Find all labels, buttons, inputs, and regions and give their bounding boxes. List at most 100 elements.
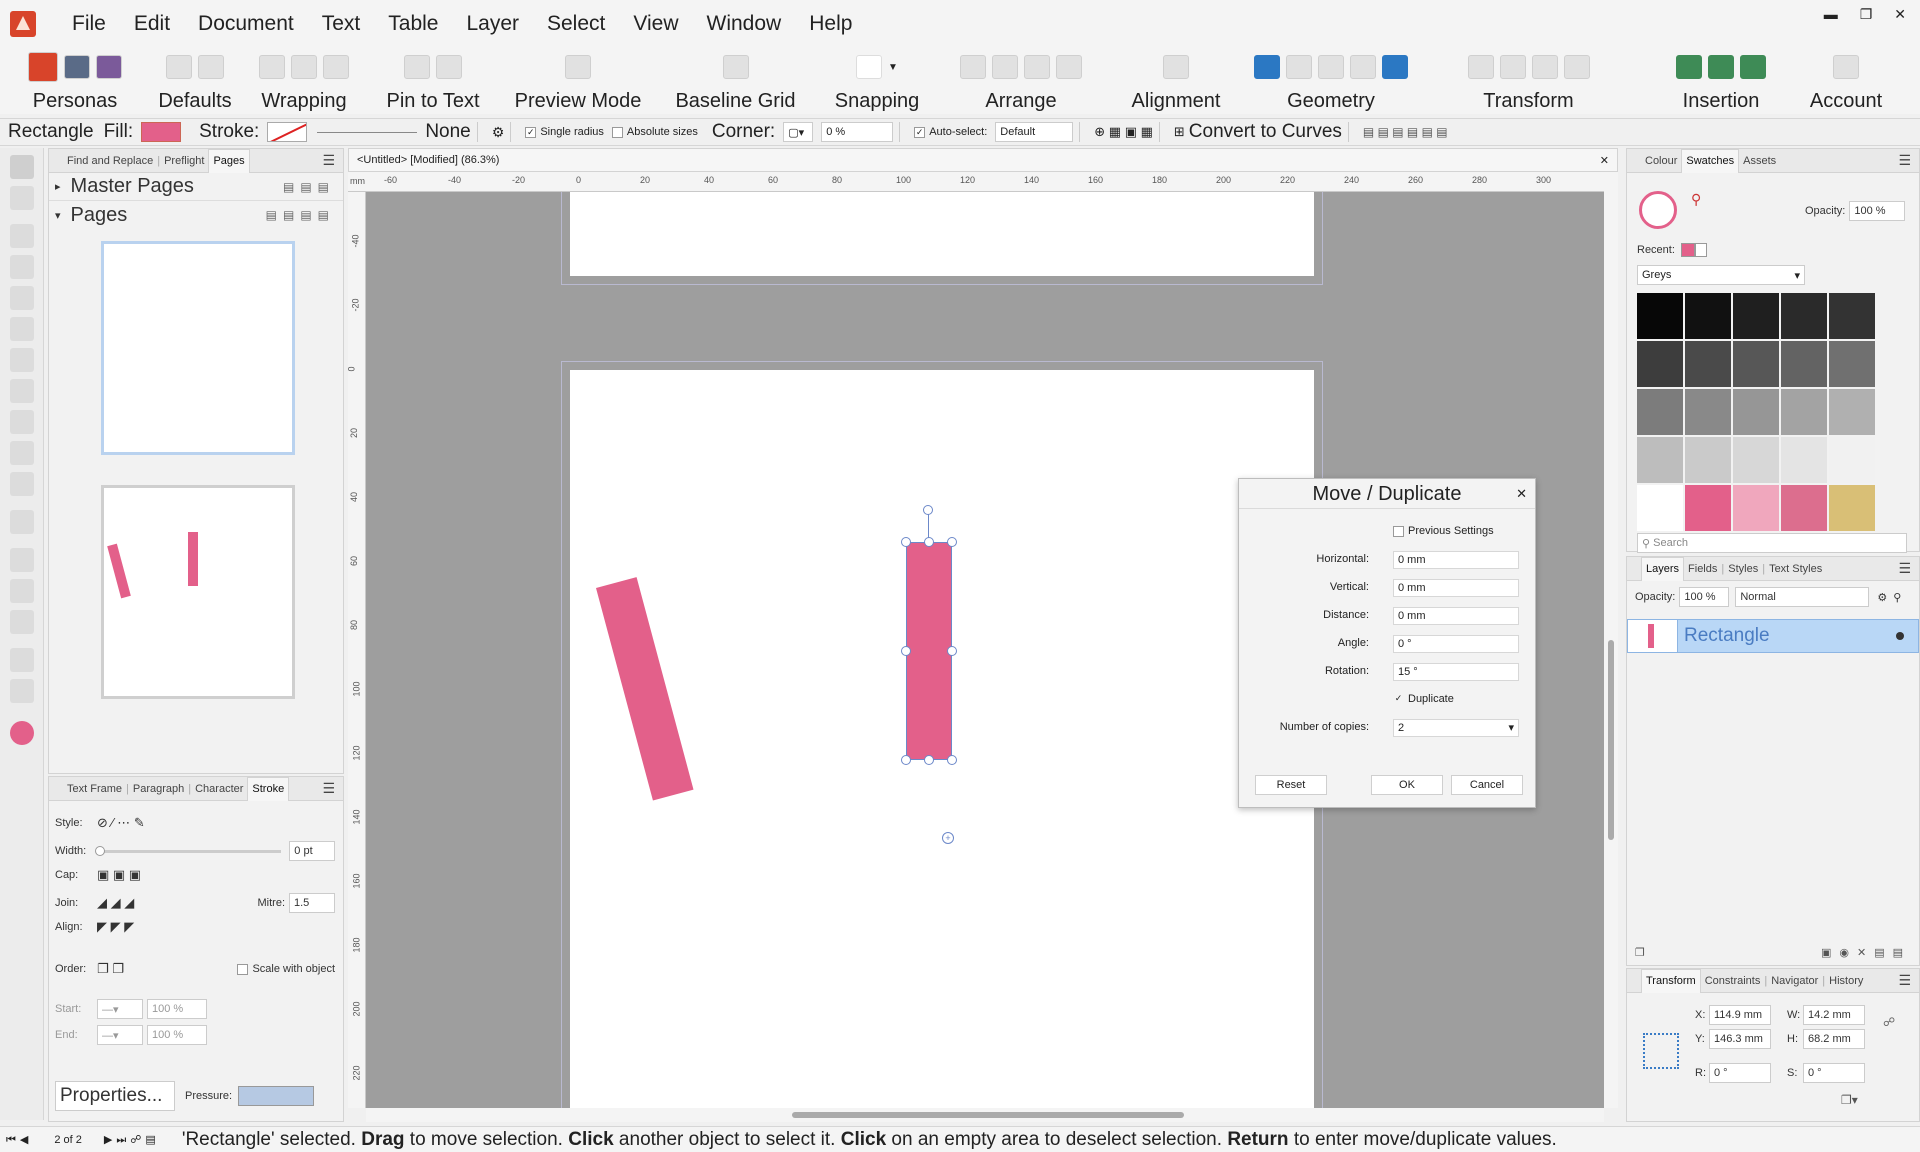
color-swatch[interactable] (1781, 341, 1827, 387)
divide-geometry-icon[interactable] (1382, 55, 1408, 79)
tab-text-styles[interactable]: Text Styles (1765, 563, 1826, 575)
color-swatch[interactable] (1733, 389, 1779, 435)
baseline-grid-icon[interactable] (722, 55, 749, 79)
page-actions-icon[interactable]: ▤▤▤▤ (266, 208, 335, 222)
anchor-point-selector[interactable] (1643, 1033, 1679, 1069)
y-field[interactable]: 146.3 mm (1709, 1029, 1771, 1049)
tab-character[interactable]: Character (191, 783, 247, 795)
layer-add-icon[interactable]: ❐ (1635, 946, 1645, 959)
resize-handle[interactable] (947, 537, 957, 547)
order-icons[interactable]: ❐ ❐ (97, 961, 124, 977)
place-image-tool-icon[interactable] (10, 441, 34, 465)
picture-frame-tool-icon[interactable] (10, 379, 34, 403)
color-swatch[interactable] (1829, 485, 1875, 531)
h-field[interactable]: 68.2 mm (1803, 1029, 1865, 1049)
rotation-handle[interactable] (923, 505, 933, 515)
wrap-icon[interactable] (259, 55, 285, 79)
convert-to-curves-button[interactable]: ⊞ Convert to Curves (1174, 121, 1342, 143)
layer-opacity-field[interactable]: 100 % (1679, 587, 1730, 607)
toolbar-wrapping[interactable]: Wrapping (240, 48, 368, 113)
reset-defaults-icon[interactable] (198, 55, 224, 79)
color-swatch[interactable] (1829, 389, 1875, 435)
color-swatch[interactable] (1781, 293, 1827, 339)
toolbar-pin-to-text[interactable]: Pin to Text (368, 48, 498, 113)
page-nav-prev-icons[interactable]: ⏮◀ (6, 1133, 32, 1147)
insert-top-icon[interactable] (1708, 55, 1734, 79)
slider-handle[interactable] (94, 845, 105, 856)
color-swatch[interactable] (1637, 389, 1683, 435)
lock-icon[interactable]: ⚲ (1893, 591, 1901, 604)
single-radius-checkbox[interactable]: ✓ Single radius (525, 126, 604, 138)
color-swatch[interactable] (1781, 485, 1827, 531)
insert-inside-icon[interactable] (1740, 55, 1766, 79)
fill-stroke-selector-icon[interactable] (1639, 191, 1677, 229)
join-icons[interactable]: ◢ ◢ ◢ (97, 895, 134, 911)
toolbar-personas[interactable]: Personas (0, 48, 150, 113)
gear-icon[interactable]: ⚙ (492, 124, 505, 141)
maximize-icon[interactable]: ❐ (1860, 6, 1873, 23)
tab-text-frame[interactable]: Text Frame (63, 783, 126, 795)
duplicate-checkbox[interactable]: ✓ Duplicate (1393, 693, 1454, 705)
scroll-thumb[interactable] (1608, 640, 1614, 840)
color-swatch[interactable] (1781, 437, 1827, 483)
flip-horizontal-icon[interactable] (1467, 55, 1494, 79)
ok-button[interactable]: OK (1371, 775, 1443, 795)
color-swatch[interactable] (1733, 485, 1779, 531)
link-icon[interactable]: ☍ (1883, 1015, 1895, 1029)
gear-icon[interactable]: ⚙ (1877, 591, 1887, 604)
color-swatch[interactable] (1637, 341, 1683, 387)
resize-handle[interactable] (901, 755, 911, 765)
transform-options-icon[interactable]: ❐▾ (1841, 1093, 1858, 1107)
color-swatch[interactable] (1829, 437, 1875, 483)
pages-header[interactable]: ▾ Pages ▤▤▤▤ (49, 201, 343, 229)
transparency-tool-icon[interactable] (10, 579, 34, 603)
tab-assets[interactable]: Assets (1739, 155, 1780, 167)
toolbar-baseline-grid[interactable]: Baseline Grid (658, 48, 813, 113)
properties-button[interactable]: Properties... (55, 1081, 175, 1111)
tab-swatches[interactable]: Swatches (1681, 148, 1740, 173)
preview-eye-icon[interactable] (565, 55, 591, 79)
panel-menu-icon[interactable]: ☰ (322, 780, 335, 797)
defaults-icon[interactable] (166, 55, 192, 79)
panel-menu-icon[interactable]: ☰ (322, 152, 335, 169)
align-icons[interactable]: ▤ ▤ ▤ ▤ ▤ ▤ (1363, 125, 1448, 139)
artistic-text-tool-icon[interactable] (10, 286, 34, 310)
fill-swatch[interactable] (141, 122, 182, 142)
width-slider[interactable] (94, 845, 282, 856)
add-geometry-icon[interactable] (1254, 55, 1280, 79)
blend-mode-dropdown[interactable]: Normal (1735, 587, 1870, 607)
vertical-ruler[interactable]: -40 -20 0 20 40 60 80 100 120 140 160 180 200 220 (348, 192, 366, 1108)
toolbar-arrange[interactable]: Arrange (941, 48, 1101, 113)
rectangle-tool-icon[interactable] (10, 348, 34, 372)
color-swatch[interactable] (1685, 293, 1731, 339)
alignment-icon[interactable] (1163, 55, 1189, 79)
menu-edit[interactable]: Edit (120, 12, 184, 36)
s-field[interactable]: 0 ° (1803, 1063, 1865, 1083)
move-tool-icon[interactable] (10, 155, 34, 179)
document-tab[interactable]: <Untitled> [Modified] (86.3%) ✕ (348, 148, 1618, 172)
table-tool-icon[interactable] (10, 255, 34, 279)
auto-select-dropdown[interactable]: Default (995, 122, 1074, 142)
rectangle-selected[interactable] (906, 542, 952, 760)
master-pages-header[interactable]: ▸ Master Pages ▤▤▤ (49, 173, 343, 201)
toolbar-transform[interactable]: Transform (1411, 48, 1646, 113)
resize-handle[interactable] (947, 755, 957, 765)
resize-handle[interactable] (901, 646, 911, 656)
tab-navigator[interactable]: Navigator (1767, 975, 1822, 987)
hand-tool-icon[interactable] (10, 648, 34, 672)
color-swatch[interactable] (1637, 437, 1683, 483)
frame-text-tool-icon[interactable] (10, 224, 34, 248)
designer-persona-icon[interactable] (64, 55, 90, 79)
horizontal-ruler[interactable]: mm -60 -40 -20 0 20 40 60 80 100 120 140 160 180 200 22… (348, 172, 1604, 192)
previous-settings-checkbox[interactable]: Previous Settings (1393, 525, 1494, 537)
end-scale-field[interactable]: 100 % (147, 1025, 207, 1045)
resize-handle[interactable] (924, 537, 934, 547)
resize-handle[interactable] (924, 755, 934, 765)
intersect-geometry-icon[interactable] (1318, 55, 1344, 79)
page-thumbnail-2[interactable] (101, 485, 295, 699)
tab-pages[interactable]: Pages (208, 148, 250, 173)
stroke-style-icons[interactable]: ⊘ ∕ ⋯ ✎ (97, 815, 145, 831)
recent-swatch[interactable] (1680, 243, 1695, 257)
arrow-end-dropdown[interactable]: —▾ (97, 1025, 143, 1045)
absolute-sizes-checkbox[interactable]: Absolute sizes (611, 126, 698, 138)
